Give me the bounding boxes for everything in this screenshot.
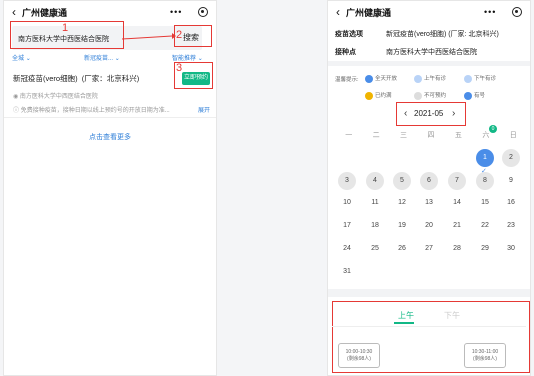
calendar-day[interactable]: 6 (420, 172, 438, 190)
calendar-day[interactable]: 9 (502, 172, 520, 190)
calendar-day[interactable]: 13 (420, 194, 438, 212)
calendar-day[interactable]: 29 (476, 240, 494, 258)
calendar-day[interactable]: 22 (476, 217, 494, 235)
calendar-day[interactable]: 17 (338, 217, 356, 235)
calendar-day[interactable]: 31 (338, 263, 356, 281)
calendar-day[interactable]: 3 (338, 172, 356, 190)
book-now-button[interactable]: 立即预约 (182, 72, 210, 85)
calendar-day[interactable]: 10 (338, 194, 356, 212)
calendar-day[interactable]: 14 (448, 194, 466, 212)
site-value: 南方医科大学中西医结合医院 (386, 49, 477, 56)
calendar-day[interactable]: 8 (476, 172, 494, 190)
info-icon: ⓘ (13, 108, 20, 114)
calendar-day[interactable]: 5 (393, 172, 411, 190)
divider (332, 326, 526, 327)
weekday-header: 一二三四五六日 (345, 132, 517, 139)
chevron-down-icon: ⌄ (25, 56, 31, 62)
top-bar: ‹ 广州健康通 ••• (4, 1, 216, 23)
vaccine-name: 新冠疫苗(vero细胞) (厂家：北京科兴) (13, 74, 140, 83)
calendar-day[interactable]: 27 (420, 240, 438, 258)
calendar-day[interactable]: 24 (338, 240, 356, 258)
chevron-down-icon: ⌄ (114, 56, 120, 62)
app-title: 广州健康通 (346, 7, 392, 18)
more-icon[interactable]: ••• (484, 7, 496, 17)
tab-indicator (394, 322, 414, 324)
back-arrow-icon[interactable]: ‹ (6, 5, 22, 19)
calendar-day[interactable]: 26 (393, 240, 411, 258)
calendar-day[interactable]: 18 (366, 217, 384, 235)
target-icon[interactable] (512, 7, 522, 17)
legend-item: 下午有诊 (464, 74, 496, 83)
top-bar: ‹ 广州健康通 ••• (328, 1, 530, 23)
notice-row: ⓘ 免费接种疫苗，接种日期以线上预约号的开放日期为准... (13, 108, 170, 114)
calendar-day[interactable]: 11 (366, 194, 384, 212)
section-divider (328, 61, 530, 66)
calendar-day[interactable]: 2 (502, 149, 520, 167)
legend-item: 上午有诊 (414, 74, 446, 83)
calendar-day[interactable]: 19 (393, 217, 411, 235)
vaccine-value: 新冠疫苗(vero细胞) (厂家: 北京科兴) (386, 31, 499, 38)
expand-link[interactable]: 展开 (198, 105, 210, 114)
notification-badge: 0 (489, 125, 497, 133)
section-divider (328, 289, 530, 297)
more-icon[interactable]: ••• (170, 7, 182, 17)
filter-area[interactable]: 全城 ⌄ (12, 53, 31, 62)
left-screen: ‹ 广州健康通 ••• 南方医科大学中西医结合医院 搜索 1 2 全城 ⌄ 新冠… (3, 0, 217, 376)
hospital-row: ◉ 南方医科大学中西医结合医院 (13, 94, 98, 100)
chevron-left-icon[interactable]: ‹ (404, 108, 407, 119)
annotation-number-1: 1 (62, 22, 69, 34)
time-slot[interactable]: 10:00-10:30 (剩余98人) (338, 343, 380, 368)
target-icon[interactable] (198, 7, 208, 17)
filter-vaccine[interactable]: 新冠疫苗... ⌄ (84, 53, 120, 62)
site-label: 接种点 (335, 49, 356, 56)
calendar-day[interactable]: 1 (476, 149, 494, 167)
divider (4, 117, 216, 118)
annotation-number-2: 2 (176, 29, 183, 41)
tab-morning[interactable]: 上午 (398, 310, 414, 321)
calendar-day[interactable]: 25 (366, 240, 384, 258)
calendar-day[interactable]: 28 (448, 240, 466, 258)
calendar-day[interactable]: 15 (476, 194, 494, 212)
calendar-day[interactable]: 16 (502, 194, 520, 212)
calendar-day[interactable]: 21 (448, 217, 466, 235)
chevron-right-icon[interactable]: › (452, 108, 455, 119)
load-more-link[interactable]: 点击查看更多 (4, 132, 216, 142)
calendar-day[interactable]: 20 (420, 217, 438, 235)
right-screen: ‹ 广州健康通 ••• 疫苗选项 新冠疫苗(vero细胞) (厂家: 北京科兴)… (327, 0, 531, 376)
calendar-day[interactable]: 30 (502, 240, 520, 258)
legend-item: 已约满 (365, 91, 392, 100)
tab-afternoon[interactable]: 下午 (444, 310, 460, 321)
legend-item: 全天开放 (365, 74, 397, 83)
calendar-day[interactable]: 7 (448, 172, 466, 190)
legend-item: 不可预约 (414, 91, 446, 100)
time-slot[interactable]: 10:30-11:00 (剩余98人) (464, 343, 506, 368)
vaccine-label: 疫苗选项 (335, 31, 363, 38)
legend-title: 温馨提示: (335, 77, 359, 83)
filter-sort[interactable]: 智能推荐 ⌄ (172, 53, 203, 62)
back-arrow-icon[interactable]: ‹ (330, 5, 346, 19)
calendar-day[interactable]: 23 (502, 217, 520, 235)
legend-item: 有号 (464, 91, 485, 100)
month-label: 2021-05 (414, 109, 444, 118)
annotation-arrow (122, 33, 176, 40)
calendar-day[interactable]: 4 (366, 172, 384, 190)
app-title: 广州健康通 (22, 7, 68, 18)
calendar-day[interactable]: 12 (393, 194, 411, 212)
location-icon: ◉ (13, 94, 19, 100)
